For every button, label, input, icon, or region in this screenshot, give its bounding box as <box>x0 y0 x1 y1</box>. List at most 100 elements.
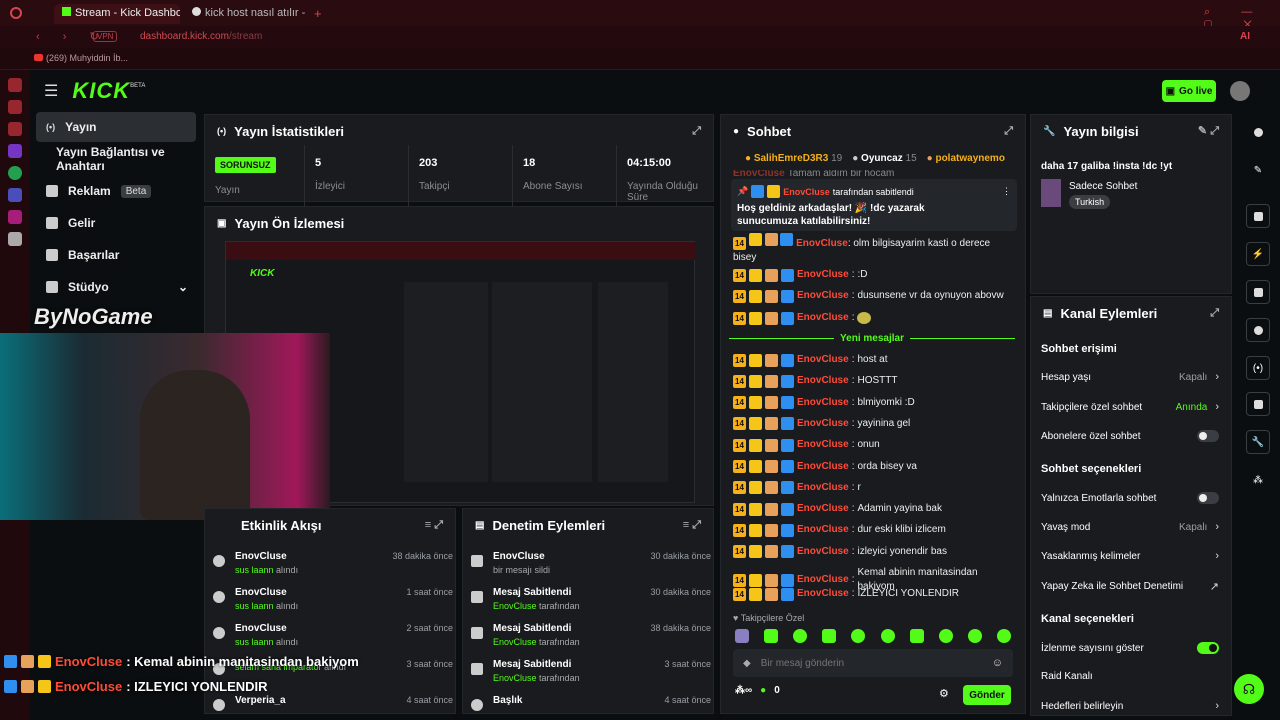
setting-goals[interactable]: Hedefleri belirleyin › <box>1041 700 1219 712</box>
chat-username[interactable]: EnovCluse <box>797 417 849 431</box>
instagram-icon[interactable] <box>8 210 22 224</box>
new-tab-plus-icon[interactable]: + <box>314 6 322 21</box>
sidebar-item-studyo[interactable]: Stüdyo ⌄ <box>36 272 196 302</box>
preview-header: ▣ Yayın Ön İzlemesi <box>205 207 713 239</box>
bag-icon[interactable] <box>8 100 22 114</box>
emote-icon[interactable] <box>822 629 837 643</box>
settings-gear-icon[interactable]: ⚙ <box>939 687 949 700</box>
sidebar-item-basarilar[interactable]: Başarılar <box>36 240 196 270</box>
chat-message-field[interactable] <box>760 657 982 669</box>
emote-icon[interactable] <box>880 629 895 643</box>
go-live-button[interactable]: ▣ Go live <box>1162 80 1216 102</box>
tab-google-search[interactable]: kick host nasıl atılır - Goog <box>184 4 308 24</box>
top-chatter[interactable]: ● polatwaynemo <box>927 153 1005 164</box>
vpn-badge[interactable]: VPN <box>93 31 118 42</box>
sidebar-item-reklam[interactable]: Reklam Beta <box>36 176 196 206</box>
emote-icon[interactable] <box>909 629 924 643</box>
info-icon[interactable] <box>1246 120 1270 144</box>
chat-username[interactable]: EnovCluse <box>797 545 849 559</box>
community-icon[interactable]: ⁂∞ <box>735 685 752 696</box>
setting-account-age[interactable]: Hesap yaşı Kapalı › <box>1041 371 1219 383</box>
document-icon[interactable] <box>1246 280 1270 304</box>
discord-icon[interactable] <box>8 188 22 202</box>
user-badge-icon <box>749 353 762 367</box>
ai-button[interactable]: AI <box>1240 31 1250 42</box>
chat-message: 14 EnovCluse: olm bilgisayarim kasti o d… <box>733 233 1015 263</box>
emote-icon[interactable] <box>996 629 1011 643</box>
chat-icon[interactable] <box>1246 318 1270 342</box>
tab-kick-dashboard[interactable]: Stream - Kick Dashboard <box>54 4 180 24</box>
url-field[interactable]: dashboard.kick.com/stream <box>140 31 262 42</box>
chat-username[interactable]: EnovCluse <box>797 481 849 495</box>
channel-actions-title: Kanal Eylemleri <box>1060 305 1158 321</box>
whatsapp-icon[interactable] <box>8 166 22 180</box>
setting-slow-mode[interactable]: Yavaş mod Kapalı › <box>1041 521 1219 533</box>
top-chatter[interactable]: ● Oyuncaz 15 <box>852 153 916 164</box>
category-name: Sadece Sohbet <box>1069 181 1138 192</box>
support-chat-icon[interactable]: ☊ <box>1234 674 1264 704</box>
ban-icon[interactable] <box>1246 204 1270 228</box>
toggle-switch[interactable] <box>1197 642 1219 654</box>
setting-show-viewcount[interactable]: İzlenme sayısını göster <box>1041 642 1219 654</box>
setting-subs-only[interactable]: Abonelere özel sohbet <box>1041 430 1219 442</box>
send-button[interactable]: Gönder <box>963 685 1011 705</box>
emote-icon[interactable] <box>793 629 808 643</box>
pencil-icon[interactable]: ✎ <box>1246 158 1270 182</box>
chat-username[interactable]: EnovCluse <box>797 573 849 587</box>
sidebar-item-gelir[interactable]: Gelir <box>36 208 196 238</box>
messenger-icon[interactable] <box>8 122 22 136</box>
toggle-switch[interactable] <box>1197 492 1219 504</box>
x-icon[interactable] <box>8 232 22 246</box>
emote-icon[interactable] <box>735 629 749 643</box>
chat-input[interactable]: ◆ ☺ <box>733 649 1013 677</box>
chat-username[interactable]: EnovCluse <box>797 353 849 367</box>
moderation-row: Başlık 4 saat önce <box>471 695 711 713</box>
more-options-icon[interactable]: ⋮ <box>1002 186 1011 197</box>
expand-icon[interactable]: ⤢ <box>1210 307 1219 320</box>
sidebar-item-stream-key[interactable]: Yayın Bağlantısı ve Anahtarı <box>36 144 206 174</box>
emote-icon[interactable] <box>851 629 866 643</box>
wrench-icon[interactable]: 🔧 <box>1246 430 1270 454</box>
setting-followers-only[interactable]: Takipçilere özel sohbet Anında › <box>1041 401 1219 413</box>
channel-options-heading: Kanal seçenekleri <box>1041 613 1134 625</box>
chat-username[interactable]: EnovCluse <box>797 502 849 516</box>
sidebar-item-yayin[interactable]: (•) Yayın <box>36 112 196 142</box>
edit-icon[interactable]: ✎ ⤢ <box>1198 124 1219 138</box>
filter-icon[interactable]: ≡ ⤢ <box>425 519 443 532</box>
setting-emote-only[interactable]: Yalnızca Emotlarla sohbet <box>1041 492 1219 504</box>
setting-ai-moderation[interactable]: Yapay Zeka ile Sohbet Denetimi ↗ <box>1041 580 1219 593</box>
opera-logo-icon[interactable] <box>10 7 22 19</box>
emote-icon[interactable] <box>764 629 779 643</box>
chat-username[interactable]: EnovCluse <box>797 460 849 474</box>
menu-icon[interactable]: ☰ <box>44 81 58 101</box>
toggle-switch[interactable] <box>1197 430 1219 442</box>
chat-username[interactable]: EnovCluse <box>797 396 849 410</box>
chat-username[interactable]: EnovCluse <box>797 374 849 388</box>
expand-icon[interactable]: ⤢ <box>1004 125 1013 138</box>
avatar[interactable] <box>1230 81 1250 101</box>
setting-raid-channel[interactable]: Raid Kanalı <box>1041 671 1219 682</box>
chat-username[interactable]: EnovCluse <box>797 438 849 452</box>
emoji-icon[interactable]: ☺ <box>992 657 1003 669</box>
expand-icon[interactable]: ⤢ <box>692 125 701 138</box>
layout-icon[interactable] <box>1246 392 1270 416</box>
chat-username[interactable]: EnovCluse <box>797 523 849 537</box>
twitch-icon[interactable] <box>8 144 22 158</box>
emote-icon[interactable] <box>938 629 953 643</box>
user-badge-icon <box>781 502 794 516</box>
bookmark-youtube[interactable]: (269) Muhyiddin İb... <box>34 53 128 63</box>
home-icon[interactable] <box>8 78 22 92</box>
community-icon[interactable]: ⁂ <box>1246 468 1270 492</box>
chat-username[interactable]: EnovCluse <box>797 587 849 601</box>
new-messages-divider: Yeni mesajlar <box>729 333 1015 344</box>
kick-logo[interactable]: KICK <box>72 78 130 104</box>
setting-banned-words[interactable]: Yasaklanmış kelimeler › <box>1041 550 1219 562</box>
top-bar: ☰ KICK BETA <box>30 70 1280 112</box>
lightning-icon[interactable]: ⚡ <box>1246 242 1270 266</box>
top-chatter[interactable]: ● SalihEmreD3R3 19 <box>745 153 842 164</box>
user-badge-icon <box>781 417 794 431</box>
emote-icon[interactable] <box>967 629 982 643</box>
emote-bar <box>735 629 1011 643</box>
broadcast-icon[interactable]: (•) <box>1246 356 1270 380</box>
filter-icon[interactable]: ≡ ⤢ <box>683 519 701 532</box>
